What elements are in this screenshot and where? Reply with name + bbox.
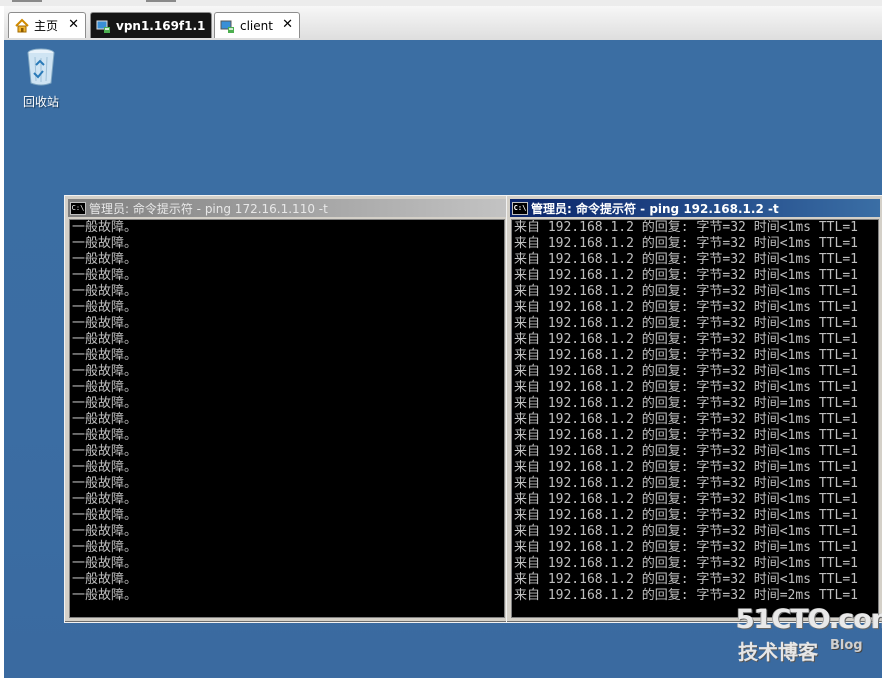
cmd-window-left-titlebar[interactable]: C:\ 管理员: 命令提示符 - ping 172.16.1.110 -t [68,199,506,217]
tab-label: 主页 [34,19,59,33]
window-title: 管理员: 命令提示符 - ping 192.168.1.2 -t [531,201,779,216]
console-line: 来自 192.168.1.2 的回复: 字节=32 时间<1ms TTL=1 [514,572,858,587]
console-line: 来自 192.168.1.2 的回复: 字节=32 时间<1ms TTL=1 [514,508,858,523]
console-line: 一般故障。 [72,268,138,283]
console-line: 来自 192.168.1.2 的回复: 字节=32 时间<1ms TTL=1 [514,412,858,427]
cmd-window-right[interactable]: C:\ 管理员: 命令提示符 - ping 192.168.1.2 -t 来自 … [506,195,882,623]
console-line: 一般故障。 [72,284,138,299]
close-icon[interactable]: ✕ [68,17,79,32]
console-line: 一般故障。 [72,220,138,235]
console-line: 一般故障。 [72,380,138,395]
console-line: 来自 192.168.1.2 的回复: 字节=32 时间<1ms TTL=1 [514,348,858,363]
tab-label: vpn1.169f1.1 [116,18,206,33]
recycle-bin-shortcut[interactable]: 回收站 [16,47,66,110]
console-line: 来自 192.168.1.2 的回复: 字节=32 时间<1ms TTL=1 [514,252,858,267]
console-line: 来自 192.168.1.2 的回复: 字节=32 时间<1ms TTL=1 [514,492,858,507]
console-line: 来自 192.168.1.2 的回复: 字节=32 时间<1ms TTL=1 [514,332,858,347]
cmd-window-left[interactable]: C:\ 管理员: 命令提示符 - ping 172.16.1.110 -t 一般… [64,195,510,623]
console-line: 来自 192.168.1.2 的回复: 字节=32 时间<1ms TTL=1 [514,236,858,251]
console-line: 一般故障。 [72,556,138,571]
console-line: 来自 192.168.1.2 的回复: 字节=32 时间=1ms TTL=1 [514,396,858,411]
tab-home[interactable]: 主页 ✕ [8,12,86,38]
console-line: 来自 192.168.1.2 的回复: 字节=32 时间=1ms TTL=1 [514,540,858,555]
top-strip-handle [146,0,176,2]
recycle-bin-label: 回收站 [22,95,59,109]
console-line: 一般故障。 [72,300,138,315]
console-lines: 一般故障。 一般故障。 一般故障。 一般故障。 一般故障。 一般故障。 一般故障。 一般故障。… [70,220,504,604]
desktop: 回收站 C:\ 管理员: 命令提示符 - ping 172.16.1.110 -… [4,40,882,678]
watermark-blog: Blog [830,638,863,653]
tab-label: client [240,18,273,33]
console-line: 来自 192.168.1.2 的回复: 字节=32 时间<1ms TTL=1 [514,428,858,443]
console-line: 来自 192.168.1.2 的回复: 字节=32 时间<1ms TTL=1 [514,220,858,235]
console-line: 来自 192.168.1.2 的回复: 字节=32 时间=1ms TTL=1 [514,460,858,475]
console-line: 来自 192.168.1.2 的回复: 字节=32 时间<1ms TTL=1 [514,284,858,299]
console-line: 来自 192.168.1.2 的回复: 字节=32 时间=2ms TTL=1 [514,588,858,603]
tab-vpn1[interactable]: vpn1.169f1.1 [90,12,212,38]
top-strip-handle [12,0,42,2]
console-line: 一般故障。 [72,316,138,331]
watermark-logo: 51CTO.com [736,604,882,635]
console-line: 一般故障。 [72,588,138,603]
watermark-subtitle: 技术博客 [738,640,818,664]
cmd-window-right-titlebar[interactable]: C:\ 管理员: 命令提示符 - ping 192.168.1.2 -t [510,199,880,217]
console-icon: C:\ [512,201,528,215]
console-line: 一般故障。 [72,508,138,523]
console-line: 来自 192.168.1.2 的回复: 字节=32 时间<1ms TTL=1 [514,444,858,459]
recycle-bin-icon [26,47,56,87]
window-title: 管理员: 命令提示符 - ping 172.16.1.110 -t [89,201,328,216]
console-line: 来自 192.168.1.2 的回复: 字节=32 时间<1ms TTL=1 [514,316,858,331]
console-line: 来自 192.168.1.2 的回复: 字节=32 时间<1ms TTL=1 [514,300,858,315]
console-line: 一般故障。 [72,540,138,555]
console-line: 来自 192.168.1.2 的回复: 字节=32 时间<1ms TTL=1 [514,476,858,491]
console-line: 一般故障。 [72,476,138,491]
console-output[interactable]: 来自 192.168.1.2 的回复: 字节=32 时间<1ms TTL=1 来自… [511,219,879,618]
console-line: 一般故障。 [72,364,138,379]
console-line: 一般故障。 [72,412,138,427]
console-line: 一般故障。 [72,252,138,267]
console-line: 一般故障。 [72,332,138,347]
console-line: 来自 192.168.1.2 的回复: 字节=32 时间<1ms TTL=1 [514,556,858,571]
vm-icon [220,18,236,34]
home-icon [14,18,30,34]
console-line: 来自 192.168.1.2 的回复: 字节=32 时间<1ms TTL=1 [514,268,858,283]
tab-bar: 主页 ✕ vpn1.169f1.1 client ✕ [4,6,882,41]
console-line: 来自 192.168.1.2 的回复: 字节=32 时间<1ms TTL=1 [514,380,858,395]
console-icon: C:\ [70,201,86,215]
console-line: 来自 192.168.1.2 的回复: 字节=32 时间<1ms TTL=1 [514,524,858,539]
vm-icon [96,18,112,34]
console-line: 一般故障。 [72,348,138,363]
tab-client[interactable]: client ✕ [214,12,300,38]
console-line: 一般故障。 [72,236,138,251]
close-icon[interactable]: ✕ [282,17,293,32]
console-line: 一般故障。 [72,460,138,475]
console-lines: 来自 192.168.1.2 的回复: 字节=32 时间<1ms TTL=1 来自… [512,220,878,604]
console-line: 一般故障。 [72,492,138,507]
console-line: 一般故障。 [72,524,138,539]
console-line: 一般故障。 [72,396,138,411]
console-line: 一般故障。 [72,444,138,459]
console-line: 一般故障。 [72,572,138,587]
console-output[interactable]: 一般故障。 一般故障。 一般故障。 一般故障。 一般故障。 一般故障。 一般故障。 一般故障。… [69,219,505,618]
console-line: 来自 192.168.1.2 的回复: 字节=32 时间<1ms TTL=1 [514,364,858,379]
console-line: 一般故障。 [72,428,138,443]
